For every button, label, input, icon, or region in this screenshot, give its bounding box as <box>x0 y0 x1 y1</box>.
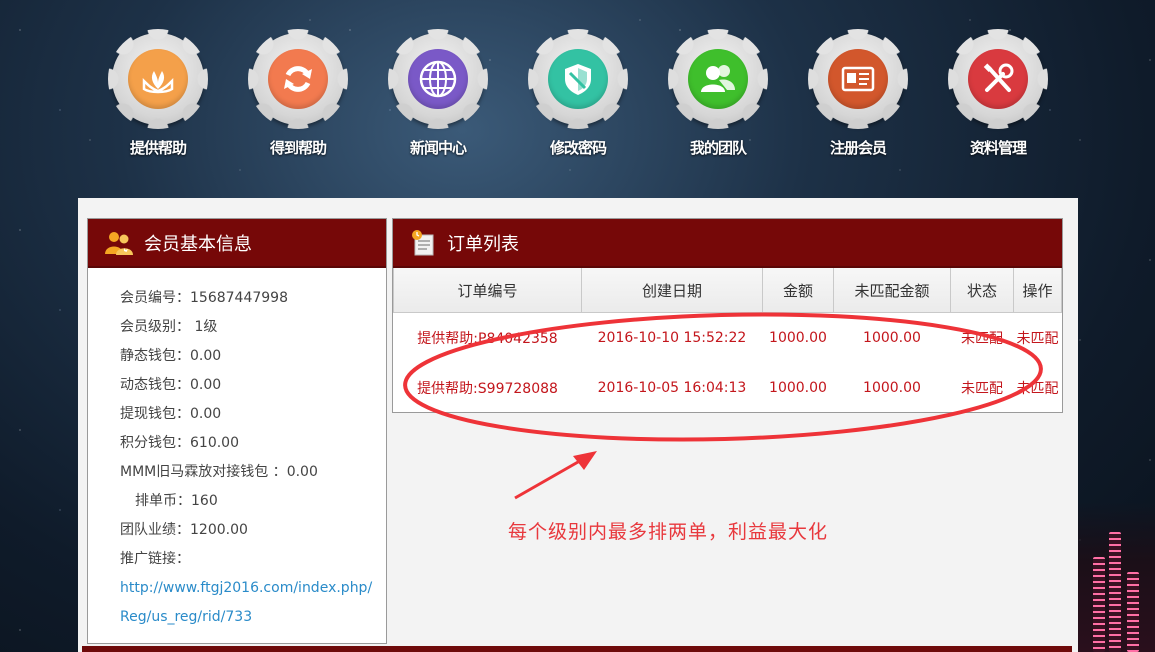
nav-label: 我的团队 <box>689 139 747 157</box>
info-row-team-performance: 团队业绩：1200.00 <box>120 522 248 538</box>
amount-cell: 1000.00 <box>769 380 827 396</box>
col-amount: 金额 <box>762 268 834 313</box>
nav-badge <box>108 29 208 129</box>
team-icon <box>688 49 748 109</box>
nav-change-password[interactable]: 修改密码 <box>513 29 643 158</box>
nav-register-member[interactable]: 注册会员 <box>793 29 923 158</box>
hand-plant-icon <box>128 49 188 109</box>
member-info-list: 会员编号：15687447998 会员级别： 1级 静态钱包：0.00 动态钱包… <box>88 268 386 632</box>
nav-badge <box>528 29 628 129</box>
nav-label: 修改密码 <box>549 139 607 157</box>
info-row-static-wallet: 静态钱包：0.00 <box>120 348 222 364</box>
main-content: 会员基本信息 会员编号：15687447998 会员级别： 1级 静态钱包：0.… <box>78 198 1078 652</box>
order-table-header-row: 订单编号 创建日期 金额 未匹配金额 状态 操作 <box>393 268 1062 313</box>
info-row-points-wallet: 积分钱包：610.00 <box>120 435 239 451</box>
info-row-promo-link: 推广链接： <box>120 551 190 567</box>
order-list-title: 订单列表 <box>447 233 519 255</box>
unmatched-amount-cell: 1000.00 <box>863 380 921 396</box>
status-cell: 未匹配 <box>961 331 1003 347</box>
nav-label: 得到帮助 <box>269 139 327 157</box>
order-table: 订单编号 创建日期 金额 未匹配金额 状态 操作 提供帮助:P84042358 … <box>393 268 1062 413</box>
col-unmatched-amount: 未匹配金额 <box>833 268 951 313</box>
col-order-number: 订单编号 <box>393 268 582 313</box>
order-list-panel: 订单列表 订单编号 创建日期 金额 未匹配金额 状态 操作 提供帮助:P8404… <box>392 218 1063 413</box>
member-info-title: 会员基本信息 <box>144 233 252 255</box>
created-date-cell: 2016-10-10 15:52:22 <box>597 330 747 346</box>
promo-link[interactable]: http://www.ftgj2016.com/index.php/Reg/us… <box>120 574 386 632</box>
col-status: 状态 <box>950 268 1014 313</box>
nav-badge <box>808 29 908 129</box>
nav-label: 提供帮助 <box>129 139 187 157</box>
city-lights-decoration <box>1075 502 1155 652</box>
nav-provide-help[interactable]: 提供帮助 <box>93 29 223 158</box>
nav-label: 注册会员 <box>829 139 887 157</box>
table-row: 提供帮助:P84042358 2016-10-10 15:52:22 1000.… <box>394 313 1062 364</box>
col-action: 操作 <box>1013 268 1062 313</box>
status-cell: 未匹配 <box>961 381 1003 397</box>
members-icon <box>104 230 134 256</box>
info-row-dynamic-wallet: 动态钱包：0.00 <box>120 377 222 393</box>
order-number-cell: 提供帮助:S99728088 <box>417 381 558 397</box>
info-row-mmm-wallet: MMM旧马霖放对接钱包 ：0.00 <box>120 464 318 480</box>
member-info-panel: 会员基本信息 会员编号：15687447998 会员级别： 1级 静态钱包：0.… <box>87 218 387 644</box>
unmatched-amount-cell: 1000.00 <box>863 330 921 346</box>
table-row: 提供帮助:S99728088 2016-10-05 16:04:13 1000.… <box>394 363 1062 413</box>
action-cell[interactable]: 未匹配 <box>1014 313 1062 364</box>
order-number-cell: 提供帮助:P84042358 <box>417 331 558 347</box>
top-nav: 提供帮助 得到帮助 新闻中心 修改密码 我的团队 注册会员 资料管理 <box>108 29 1048 168</box>
bottom-bar <box>82 646 1072 652</box>
id-card-icon <box>828 49 888 109</box>
nav-badge <box>668 29 768 129</box>
tools-icon <box>968 49 1028 109</box>
info-row-queue-coin: 排单币：160 <box>135 493 218 509</box>
member-info-header: 会员基本信息 <box>88 219 386 268</box>
amount-cell: 1000.00 <box>769 330 827 346</box>
nav-news-center[interactable]: 新闻中心 <box>373 29 503 158</box>
action-cell[interactable]: 未匹配 <box>1014 363 1062 413</box>
globe-icon <box>408 49 468 109</box>
shield-icon <box>548 49 608 109</box>
nav-badge <box>248 29 348 129</box>
nav-data-management[interactable]: 资料管理 <box>933 29 1063 158</box>
created-date-cell: 2016-10-05 16:04:13 <box>597 380 747 396</box>
nav-my-team[interactable]: 我的团队 <box>653 29 783 158</box>
nav-label: 新闻中心 <box>409 139 467 157</box>
refresh-icon <box>268 49 328 109</box>
nav-label: 资料管理 <box>969 139 1027 157</box>
nav-badge <box>948 29 1048 129</box>
nav-badge <box>388 29 488 129</box>
nav-get-help[interactable]: 得到帮助 <box>233 29 363 158</box>
annotation-text: 每个级别内最多排两单，利益最大化 <box>508 521 829 543</box>
info-row-level: 会员级别： 1级 <box>120 319 218 335</box>
col-created-date: 创建日期 <box>581 268 763 313</box>
order-list-header: 订单列表 <box>393 219 1062 268</box>
order-list-icon <box>409 229 437 257</box>
info-row-withdraw-wallet: 提现钱包：0.00 <box>120 406 222 422</box>
info-row-member-id: 会员编号：15687447998 <box>120 290 288 306</box>
